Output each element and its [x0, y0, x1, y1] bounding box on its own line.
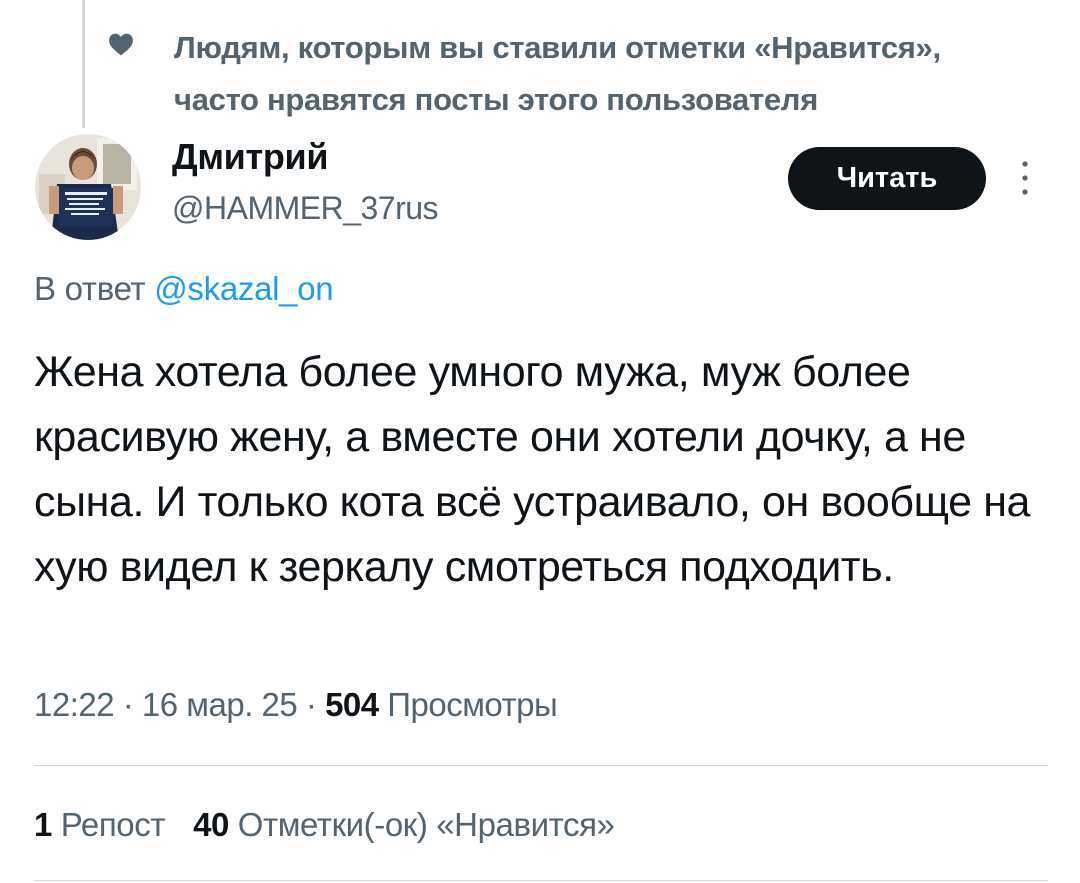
engagement-stats: 1 Репост 40 Отметки(-ок) «Нравится» [34, 806, 643, 844]
thread-connector-line [82, 0, 85, 128]
tweet-time[interactable]: 12:22 [34, 686, 115, 723]
divider [34, 880, 1048, 881]
social-context-text: Людям, которым вы ставили отметки «Нрави… [174, 30, 941, 117]
author-name[interactable]: Дмитрий [172, 136, 329, 178]
more-vertical-icon[interactable] [1016, 158, 1034, 198]
follow-button[interactable]: Читать [788, 147, 986, 210]
reposts-count: 1 [34, 806, 52, 843]
meta-separator: · [114, 686, 142, 723]
tweet-date[interactable]: 16 мар. 25 [142, 686, 298, 723]
reply-context: В ответ @skazal_on [34, 270, 334, 308]
divider [34, 765, 1048, 766]
reply-mention-link[interactable]: @skazal_on [154, 270, 333, 307]
avatar[interactable] [35, 134, 141, 240]
reposts-stat[interactable]: 1 Репост [34, 806, 165, 843]
views-count: 504 [325, 686, 379, 723]
tweet-meta: 12:22 · 16 мар. 25 · 504 Просмотры [34, 686, 558, 724]
author-handle[interactable]: @HAMMER_37rus [172, 190, 439, 227]
reply-prefix: В ответ [34, 270, 155, 307]
meta-separator: · [297, 686, 326, 723]
tweet-text: Жена хотела более умного мужа, муж более… [34, 348, 1031, 591]
reposts-label: Репост [51, 806, 166, 843]
likes-count: 40 [193, 806, 229, 843]
likes-label: Отметки(-ок) «Нравится» [228, 806, 615, 843]
heart-icon [109, 33, 133, 56]
likes-stat[interactable]: 40 Отметки(-ок) «Нравится» [193, 806, 615, 843]
views-label: Просмотры [378, 686, 558, 723]
